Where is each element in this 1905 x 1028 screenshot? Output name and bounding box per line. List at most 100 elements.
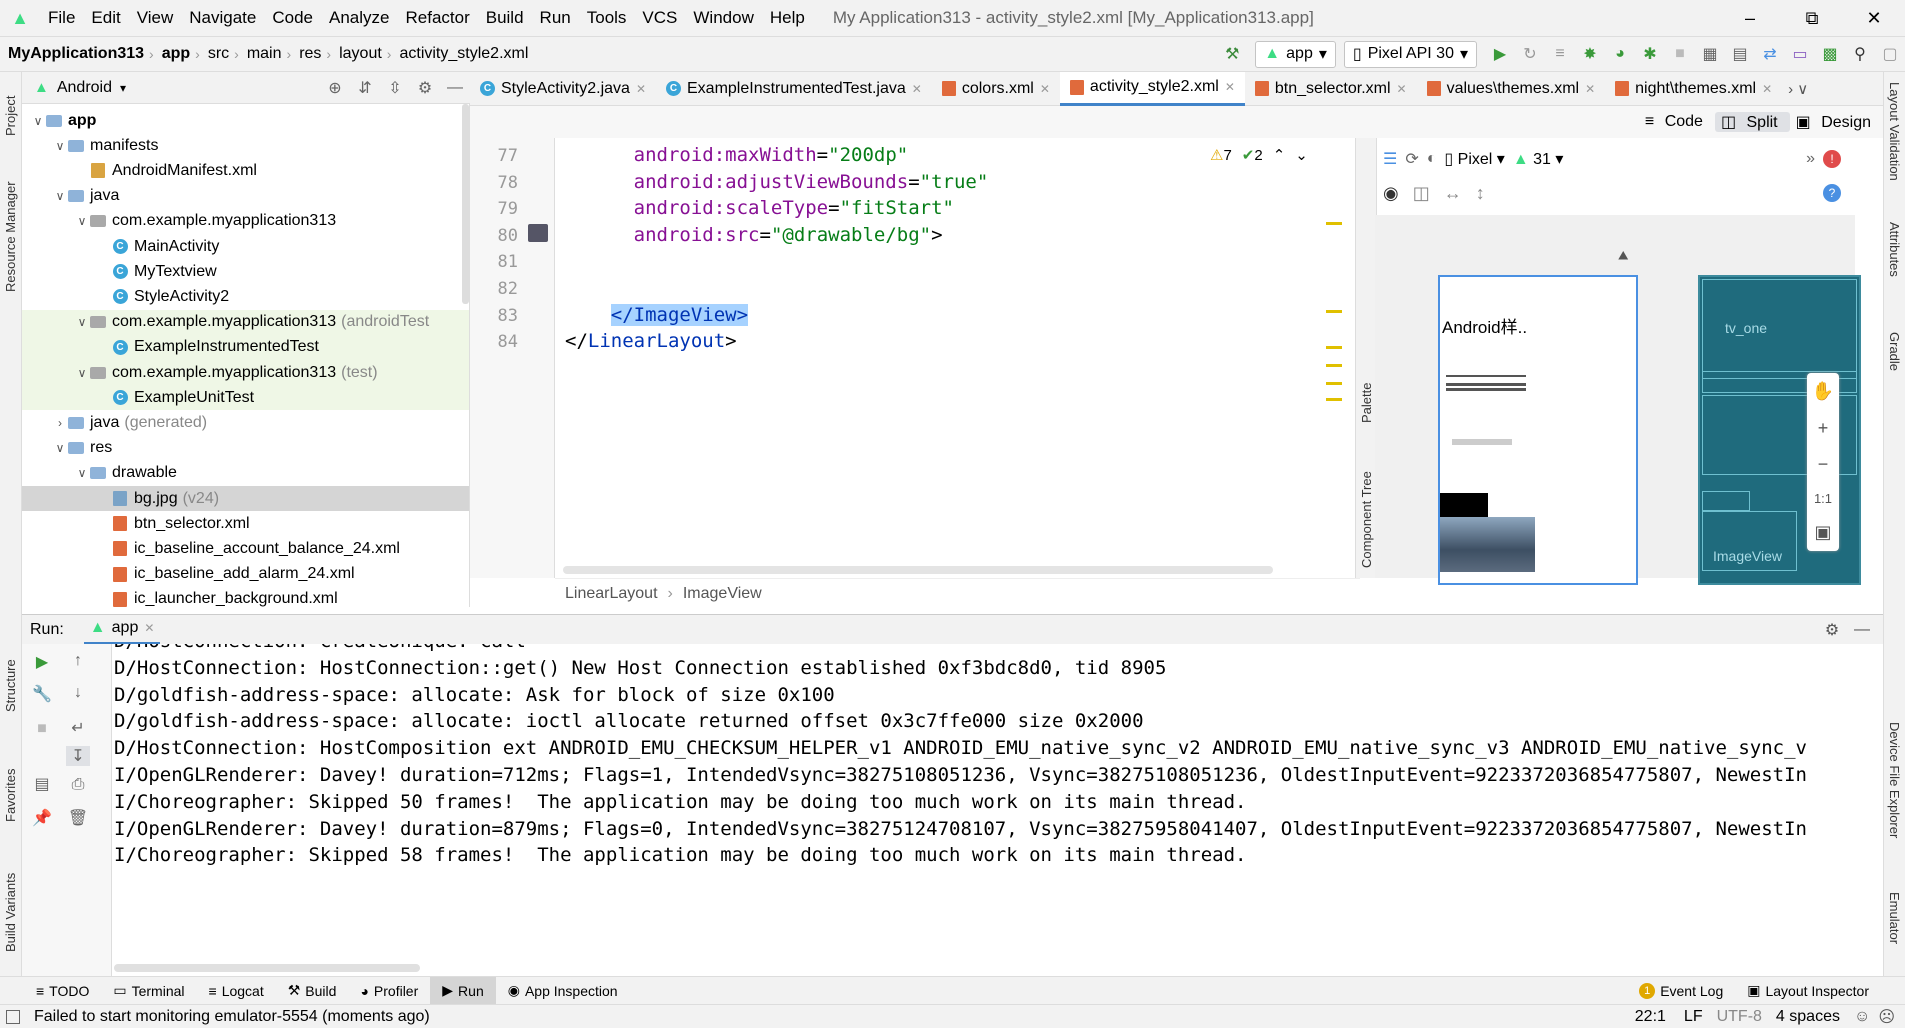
project-view-mode[interactable]: Android — [57, 79, 112, 97]
menu-navigate[interactable]: Navigate — [181, 8, 264, 28]
tree-item[interactable]: C ExampleUnitTest — [22, 385, 469, 411]
close-icon[interactable]: ✕ — [1040, 82, 1050, 96]
console-scrollbar[interactable] — [114, 964, 420, 972]
layout-validation-tool-tab[interactable]: Layout Validation — [1887, 82, 1902, 202]
layout-inspector-tool-button[interactable]: ▣ Layout Inspector — [1735, 977, 1881, 1005]
run-icon[interactable]: ▶ — [1485, 40, 1515, 68]
expand-arrow-icon[interactable]: ∨ — [74, 466, 90, 480]
tree-item[interactable]: ic_baseline_account_balance_24.xml — [22, 536, 469, 561]
menu-vcs[interactable]: VCS — [634, 8, 685, 28]
menu-window[interactable]: Window — [685, 8, 761, 28]
breadcrumb-res[interactable]: res — [291, 45, 326, 63]
error-icon[interactable]: ! — [1823, 150, 1841, 168]
api-level-select[interactable]: ▲ 31 ▾ — [1513, 149, 1564, 169]
log-line[interactable]: I/OpenGLRenderer: Davey! duration=712ms;… — [114, 764, 1807, 786]
rerun-icon[interactable]: ▶ — [30, 652, 54, 672]
logcat-tool-button[interactable]: ≡ Logcat — [197, 977, 276, 1005]
search-icon[interactable]: ⚲ — [1845, 40, 1875, 68]
tree-item[interactable]: C StyleActivity2 — [22, 284, 469, 309]
tree-item[interactable]: ∨ java — [22, 184, 469, 209]
event-log-tool-button[interactable]: 1 Event Log — [1627, 977, 1735, 1005]
sad-feedback-icon[interactable]: ☹ — [1878, 1007, 1895, 1027]
run-console[interactable]: D/HostConnection: createUnique: call D/Ho… — [112, 644, 1883, 976]
emulator-tool-tab[interactable]: Emulator — [1887, 892, 1902, 962]
log-line[interactable]: D/goldfish-address-space: allocate: Ask … — [114, 684, 835, 706]
menu-view[interactable]: View — [129, 8, 182, 28]
file-encoding[interactable]: UTF-8 — [1717, 1008, 1762, 1026]
design-device-select[interactable]: ▯ Pixel ▾ — [1444, 149, 1504, 169]
close-icon[interactable]: ✕ — [144, 621, 154, 635]
caret-position[interactable]: 22:1 — [1635, 1008, 1666, 1026]
warning-marker[interactable] — [1326, 222, 1342, 225]
tree-item[interactable]: ic_baseline_add_alarm_24.xml — [22, 562, 469, 587]
chevron-up-icon[interactable]: ⌃ — [1273, 146, 1286, 164]
attach-debugger-icon[interactable]: ✱ — [1635, 40, 1665, 68]
code-line[interactable]: android:scaleType="fitStart" — [565, 197, 954, 219]
expand-arrow-icon[interactable]: ∨ — [52, 139, 68, 153]
minimize-icon[interactable]: – — [1719, 0, 1781, 36]
expand-arrow-icon[interactable]: ∨ — [74, 366, 90, 380]
zoom-in-icon[interactable]: + — [1818, 418, 1829, 439]
editor-breadcrumb-imageview[interactable]: ImageView — [683, 585, 762, 603]
device-select[interactable]: ▯ Pixel API 30 ▾ — [1343, 40, 1477, 68]
horizontal-scrollbar[interactable] — [563, 566, 1273, 574]
warning-marker[interactable] — [1326, 382, 1342, 385]
expand-arrow-icon[interactable]: ∨ — [74, 315, 90, 329]
stop-icon[interactable]: ■ — [1665, 40, 1695, 68]
layers-icon[interactable]: ☰ — [1383, 149, 1397, 169]
code-line[interactable]: android:maxWidth="200dp" — [565, 144, 909, 166]
editor-tab[interactable]: C StyleActivity2.java ✕ — [470, 72, 656, 106]
tree-item[interactable]: ∨ com.example.myapplication313 (test) — [22, 360, 469, 385]
log-line[interactable]: I/OpenGLRenderer: Davey! duration=879ms;… — [114, 818, 1807, 840]
night-mode-icon[interactable]: ◐ — [1427, 150, 1437, 168]
tree-item[interactable]: bg.jpg (v24) — [22, 486, 469, 511]
up-arrow-icon[interactable]: ↑ — [66, 652, 90, 670]
breadcrumb-file[interactable]: activity_style2.xml — [391, 45, 533, 63]
tree-item[interactable]: btn_selector.xml — [22, 511, 469, 536]
image-preview-gutter-icon[interactable] — [528, 224, 548, 242]
vertical-resize-icon[interactable]: ↕ — [1476, 183, 1485, 204]
tree-item[interactable]: C MainActivity — [22, 234, 469, 259]
restore-icon[interactable]: ⧉ — [1781, 0, 1843, 36]
preview-image-view[interactable] — [1440, 517, 1535, 572]
attributes-tool-tab[interactable]: Attributes — [1887, 222, 1902, 302]
eye-icon[interactable]: ◉ — [1383, 183, 1399, 204]
close-window-icon[interactable]: ✕ — [1843, 0, 1905, 36]
down-arrow-icon[interactable]: ↓ — [66, 684, 90, 702]
resource-manager-tool-tab[interactable]: Resource Manager — [3, 172, 18, 292]
expand-arrow-icon[interactable]: ∨ — [52, 441, 68, 455]
warning-marker[interactable] — [1326, 398, 1342, 401]
print-icon[interactable]: ⎙ — [66, 776, 90, 794]
chevron-right-icon[interactable]: » — [1806, 150, 1815, 168]
hide-panel-icon[interactable]: — — [440, 74, 470, 102]
device-manager-icon[interactable]: ▤ — [1725, 40, 1755, 68]
chevron-down-icon[interactable]: ⌄ — [1295, 146, 1308, 164]
tree-item[interactable]: ∨ app — [22, 108, 469, 133]
warning-marker[interactable] — [1326, 364, 1342, 367]
editor-tab[interactable]: activity_style2.xml ✕ — [1059, 71, 1245, 106]
stop-icon[interactable]: ■ — [30, 720, 54, 738]
run-tool-button[interactable]: ▶ Run — [430, 976, 496, 1005]
close-icon[interactable]: ✕ — [1585, 82, 1595, 96]
trash-icon[interactable]: 🗑 — [66, 808, 90, 828]
blueprint-toggle-icon[interactable]: ◫ — [1413, 183, 1430, 204]
preview-text-view[interactable]: Android样.. — [1442, 313, 1527, 338]
tree-item[interactable]: › java (generated) — [22, 410, 469, 435]
settings-more-icon[interactable]: ▢ — [1875, 40, 1905, 68]
soft-wrap-icon[interactable]: ↵ — [66, 718, 90, 738]
apply-changes-icon[interactable]: ↻ — [1515, 40, 1545, 68]
warning-marker[interactable] — [1326, 310, 1342, 313]
close-icon[interactable]: ✕ — [636, 82, 646, 96]
expand-arrow-icon[interactable]: ∨ — [74, 214, 90, 228]
menu-build[interactable]: Build — [478, 8, 532, 28]
close-icon[interactable]: ✕ — [1225, 80, 1235, 94]
scroll-to-end-icon[interactable]: ↧ — [66, 746, 90, 766]
hide-panel-icon[interactable]: — — [1847, 616, 1877, 644]
menu-code[interactable]: Code — [264, 8, 321, 28]
editor-breadcrumb-linearlayout[interactable]: LinearLayout — [565, 585, 658, 603]
log-line[interactable]: I/Choreographer: Skipped 50 frames! The … — [114, 791, 1246, 813]
help-icon[interactable]: ? — [1823, 184, 1841, 202]
tree-item[interactable]: C MyTextview — [22, 259, 469, 284]
build-variants-tool-tab[interactable]: Build Variants — [3, 852, 18, 952]
run-config-select[interactable]: ▲ app ▾ — [1255, 40, 1336, 68]
